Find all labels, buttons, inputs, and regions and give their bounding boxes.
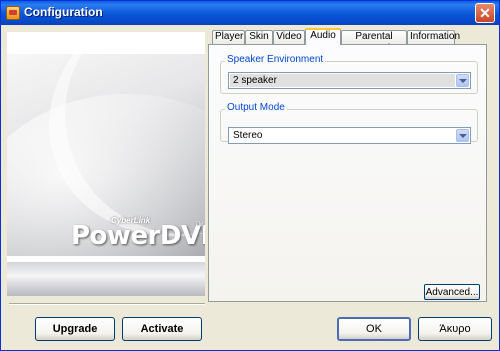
window-title: Configuration — [24, 5, 103, 19]
branding-pane: CyberLink PowerDVD TM — [7, 32, 205, 296]
output-mode-label: Output Mode — [225, 102, 287, 113]
advanced-button[interactable]: Advanced... — [424, 284, 480, 300]
output-mode-group: Output Mode Stereo — [220, 102, 478, 144]
banner-strip — [7, 262, 205, 296]
trademark-mark: TM — [195, 222, 204, 228]
tab-skin[interactable]: Skin — [245, 30, 273, 44]
upgrade-button[interactable]: Upgrade — [35, 317, 115, 341]
close-button[interactable]: ✕ — [475, 3, 495, 23]
tab-information[interactable]: Information — [407, 30, 460, 44]
speaker-environment-group: Speaker Environment 2 speaker — [220, 54, 478, 94]
tab-player[interactable]: Player — [212, 30, 245, 44]
ok-button[interactable]: OK — [337, 317, 411, 341]
chevron-down-icon[interactable] — [456, 129, 469, 142]
configuration-dialog: Configuration ✕ CyberLink PowerDVD TM Up… — [0, 0, 500, 351]
speaker-environment-value: 2 speaker — [230, 74, 455, 87]
brand-powerdvd-logo: PowerDVD — [71, 221, 205, 251]
activate-button[interactable]: Activate — [122, 317, 202, 341]
tab-video[interactable]: Video — [273, 30, 305, 44]
speaker-environment-label: Speaker Environment — [225, 54, 326, 65]
tab-audio[interactable]: Audio — [305, 28, 341, 45]
output-mode-select[interactable]: Stereo — [228, 127, 471, 144]
tab-parental-control[interactable]: Parental Control — [341, 30, 407, 54]
audio-tab-panel: Speaker Environment 2 speaker Output Mod… — [208, 44, 487, 302]
cancel-button[interactable]: Άκυρο — [418, 317, 492, 341]
title-bar[interactable]: Configuration ✕ — [1, 1, 499, 25]
app-icon — [6, 6, 20, 20]
speaker-environment-select[interactable]: 2 speaker — [228, 72, 471, 89]
left-separator — [9, 303, 205, 305]
chevron-down-icon[interactable] — [456, 74, 469, 87]
powerdvd-banner: CyberLink PowerDVD TM — [7, 54, 205, 256]
output-mode-value: Stereo — [233, 130, 263, 141]
